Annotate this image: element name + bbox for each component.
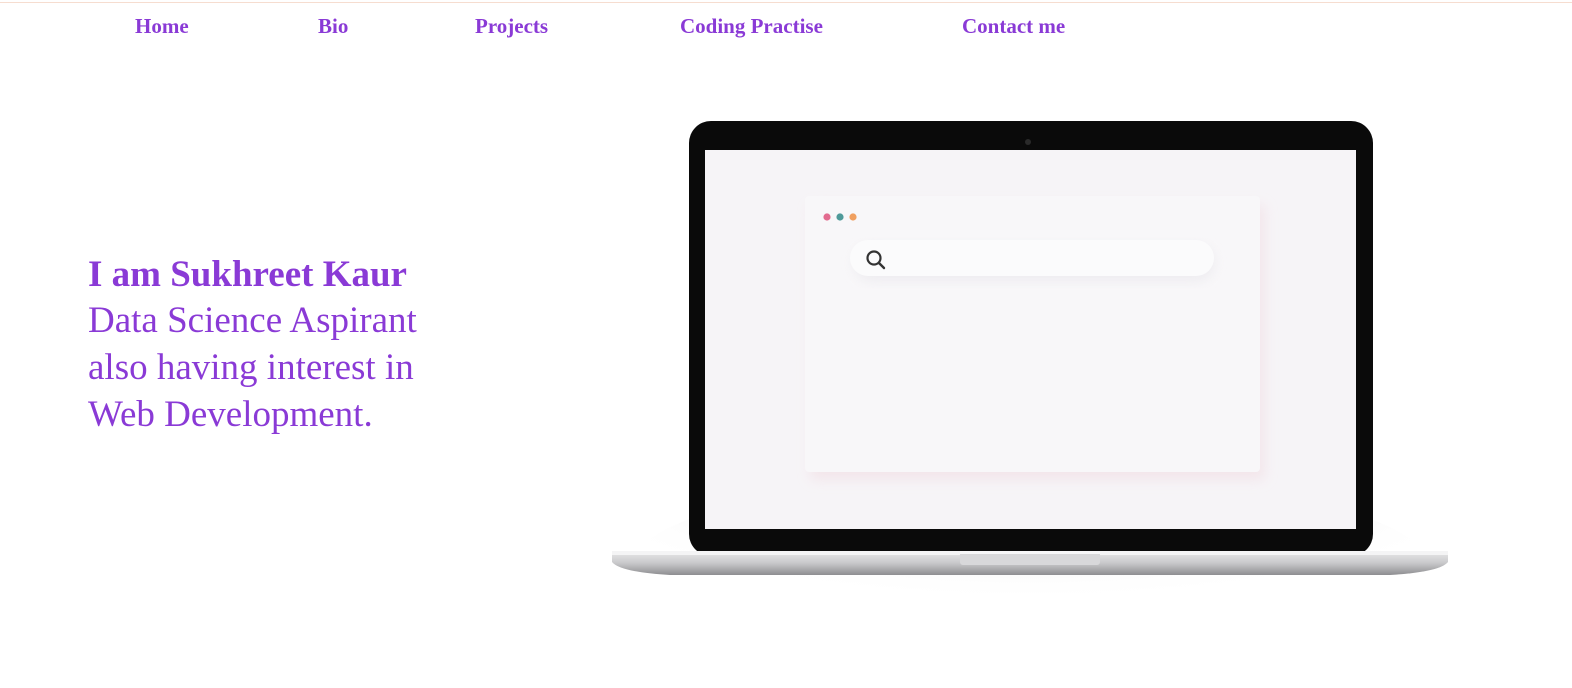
- browser-window: [805, 196, 1260, 472]
- nav-link-bio[interactable]: Bio: [318, 14, 348, 39]
- window-dot-orange: [849, 213, 857, 221]
- hero-subtitle-line-1: Data Science Aspirant: [88, 300, 417, 341]
- window-dot-teal: [836, 213, 844, 221]
- window-dot-red: [823, 213, 831, 221]
- top-navigation: Home Bio Projects Coding Practise Contac…: [0, 14, 1572, 44]
- nav-link-contact-me[interactable]: Contact me: [962, 14, 1065, 39]
- hero-subtitle-line-3: Web Development.: [88, 394, 373, 435]
- hero-title: I am Sukhreet Kaur: [88, 254, 407, 295]
- laptop-hinge-highlight: [960, 551, 1100, 554]
- laptop-illustration: [600, 110, 1460, 688]
- nav-link-coding-practise[interactable]: Coding Practise: [680, 14, 823, 39]
- nav-link-home[interactable]: Home: [135, 14, 189, 39]
- nav-link-projects[interactable]: Projects: [475, 14, 548, 39]
- hero-intro: I am Sukhreet Kaur Data Science Aspirant…: [88, 252, 508, 438]
- laptop-camera: [1025, 139, 1031, 145]
- laptop-illustration-svg: [612, 121, 1448, 688]
- hero-subtitle-line-2: also having interest in: [88, 347, 414, 388]
- top-border-line: [0, 2, 1572, 3]
- search-bar: [850, 240, 1214, 276]
